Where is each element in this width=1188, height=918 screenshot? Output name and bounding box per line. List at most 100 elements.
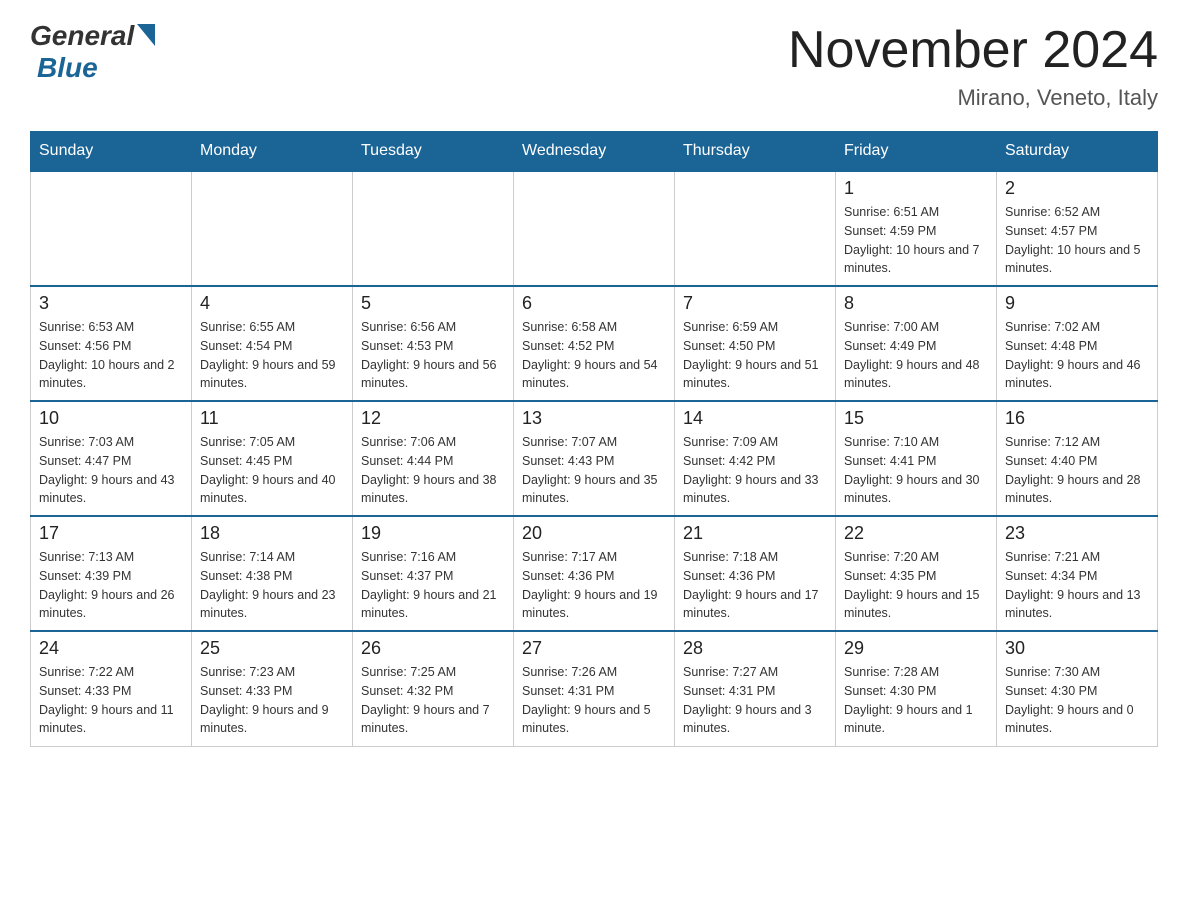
calendar-cell: 18Sunrise: 7:14 AMSunset: 4:38 PMDayligh… — [192, 516, 353, 631]
calendar-cell: 21Sunrise: 7:18 AMSunset: 4:36 PMDayligh… — [675, 516, 836, 631]
weekday-header-sunday: Sunday — [31, 132, 192, 172]
calendar-cell: 24 Sunrise: 7:22 AMSunset: 4:33 PMDayligh… — [31, 631, 192, 746]
calendar-cell: 7Sunrise: 6:59 AMSunset: 4:50 PMDaylight… — [675, 286, 836, 401]
day-number: 14 — [683, 408, 827, 429]
calendar-cell — [31, 171, 192, 286]
day-number: 5 — [361, 293, 505, 314]
day-info: Sunrise: 7:25 AMSunset: 4:32 PMDaylight:… — [361, 663, 505, 738]
calendar-cell: 23 Sunrise: 7:21 AMSunset: 4:34 PMDayligh… — [997, 516, 1158, 631]
day-info: Sunrise: 7:27 AMSunset: 4:31 PMDaylight:… — [683, 663, 827, 738]
calendar-week-2: 3 Sunrise: 6:53 AMSunset: 4:56 PMDaylight… — [31, 286, 1158, 401]
day-number: 1 — [844, 178, 988, 199]
day-number: 24 — [39, 638, 183, 659]
day-number: 28 — [683, 638, 827, 659]
day-info: Sunrise: 7:30 AMSunset: 4:30 PMDaylight:… — [1005, 663, 1149, 738]
day-info: Sunrise: 7:20 AMSunset: 4:35 PMDaylight:… — [844, 548, 988, 623]
day-info: Sunrise: 6:53 AMSunset: 4:56 PMDaylight:… — [39, 318, 183, 393]
calendar-cell: 27 Sunrise: 7:26 AMSunset: 4:31 PMDayligh… — [514, 631, 675, 746]
day-number: 15 — [844, 408, 988, 429]
day-number: 8 — [844, 293, 988, 314]
calendar-cell — [675, 171, 836, 286]
day-number: 16 — [1005, 408, 1149, 429]
calendar-cell: 1 Sunrise: 6:51 AMSunset: 4:59 PMDaylight… — [836, 171, 997, 286]
day-info: Sunrise: 7:03 AMSunset: 4:47 PMDaylight:… — [39, 433, 183, 508]
calendar-cell: 3 Sunrise: 6:53 AMSunset: 4:56 PMDaylight… — [31, 286, 192, 401]
logo-general: General — [30, 20, 134, 52]
day-number: 23 — [1005, 523, 1149, 544]
day-number: 25 — [200, 638, 344, 659]
calendar-cell: 15 Sunrise: 7:10 AMSunset: 4:41 PMDayligh… — [836, 401, 997, 516]
calendar-cell: 16 Sunrise: 7:12 AMSunset: 4:40 PMDayligh… — [997, 401, 1158, 516]
calendar-cell: 14 Sunrise: 7:09 AMSunset: 4:42 PMDayligh… — [675, 401, 836, 516]
day-info: Sunrise: 7:18 AMSunset: 4:36 PMDaylight:… — [683, 548, 827, 623]
day-number: 18 — [200, 523, 344, 544]
day-info: Sunrise: 7:00 AMSunset: 4:49 PMDaylight:… — [844, 318, 988, 393]
header: General Blue November 2024 Mirano, Venet… — [30, 20, 1158, 111]
calendar-cell: 9Sunrise: 7:02 AMSunset: 4:48 PMDaylight… — [997, 286, 1158, 401]
day-info: Sunrise: 7:26 AMSunset: 4:31 PMDaylight:… — [522, 663, 666, 738]
day-number: 30 — [1005, 638, 1149, 659]
day-info: Sunrise: 7:17 AMSunset: 4:36 PMDaylight:… — [522, 548, 666, 623]
day-number: 26 — [361, 638, 505, 659]
day-number: 3 — [39, 293, 183, 314]
calendar-cell: 28 Sunrise: 7:27 AMSunset: 4:31 PMDayligh… — [675, 631, 836, 746]
calendar-cell: 6Sunrise: 6:58 AMSunset: 4:52 PMDaylight… — [514, 286, 675, 401]
calendar-cell: 30 Sunrise: 7:30 AMSunset: 4:30 PMDayligh… — [997, 631, 1158, 746]
day-info: Sunrise: 6:58 AMSunset: 4:52 PMDaylight:… — [522, 318, 666, 393]
calendar-week-5: 24 Sunrise: 7:22 AMSunset: 4:33 PMDayligh… — [31, 631, 1158, 746]
day-number: 27 — [522, 638, 666, 659]
calendar-header-row: SundayMondayTuesdayWednesdayThursdayFrid… — [31, 132, 1158, 172]
calendar-cell: 12Sunrise: 7:06 AMSunset: 4:44 PMDayligh… — [353, 401, 514, 516]
day-info: Sunrise: 7:22 AMSunset: 4:33 PMDaylight:… — [39, 663, 183, 738]
calendar-cell — [514, 171, 675, 286]
day-number: 10 — [39, 408, 183, 429]
calendar-cell: 20 Sunrise: 7:17 AMSunset: 4:36 PMDayligh… — [514, 516, 675, 631]
calendar-cell: 8 Sunrise: 7:00 AMSunset: 4:49 PMDaylight… — [836, 286, 997, 401]
day-number: 20 — [522, 523, 666, 544]
day-info: Sunrise: 7:23 AMSunset: 4:33 PMDaylight:… — [200, 663, 344, 738]
calendar-cell: 29 Sunrise: 7:28 AMSunset: 4:30 PMDayligh… — [836, 631, 997, 746]
logo: General Blue — [30, 20, 155, 84]
day-number: 13 — [522, 408, 666, 429]
day-info: Sunrise: 7:07 AMSunset: 4:43 PMDaylight:… — [522, 433, 666, 508]
weekday-header-tuesday: Tuesday — [353, 132, 514, 172]
logo-blue: Blue — [37, 52, 98, 84]
day-info: Sunrise: 6:55 AMSunset: 4:54 PMDaylight:… — [200, 318, 344, 393]
calendar-cell: 19Sunrise: 7:16 AMSunset: 4:37 PMDayligh… — [353, 516, 514, 631]
day-info: Sunrise: 7:02 AMSunset: 4:48 PMDaylight:… — [1005, 318, 1149, 393]
day-number: 29 — [844, 638, 988, 659]
day-info: Sunrise: 7:05 AMSunset: 4:45 PMDaylight:… — [200, 433, 344, 508]
weekday-header-thursday: Thursday — [675, 132, 836, 172]
calendar-subtitle: Mirano, Veneto, Italy — [788, 85, 1158, 111]
day-info: Sunrise: 6:51 AMSunset: 4:59 PMDaylight:… — [844, 203, 988, 278]
calendar-cell: 4Sunrise: 6:55 AMSunset: 4:54 PMDaylight… — [192, 286, 353, 401]
calendar-week-4: 17Sunrise: 7:13 AMSunset: 4:39 PMDayligh… — [31, 516, 1158, 631]
day-number: 11 — [200, 408, 344, 429]
day-number: 2 — [1005, 178, 1149, 199]
weekday-header-friday: Friday — [836, 132, 997, 172]
calendar-cell — [353, 171, 514, 286]
calendar-cell: 26 Sunrise: 7:25 AMSunset: 4:32 PMDayligh… — [353, 631, 514, 746]
logo-triangle-icon — [137, 24, 155, 46]
calendar-cell: 22 Sunrise: 7:20 AMSunset: 4:35 PMDayligh… — [836, 516, 997, 631]
day-info: Sunrise: 7:09 AMSunset: 4:42 PMDaylight:… — [683, 433, 827, 508]
calendar-week-3: 10 Sunrise: 7:03 AMSunset: 4:47 PMDayligh… — [31, 401, 1158, 516]
weekday-header-wednesday: Wednesday — [514, 132, 675, 172]
title-block: November 2024 Mirano, Veneto, Italy — [788, 20, 1158, 111]
calendar-week-1: 1 Sunrise: 6:51 AMSunset: 4:59 PMDaylight… — [31, 171, 1158, 286]
calendar-cell: 5 Sunrise: 6:56 AMSunset: 4:53 PMDaylight… — [353, 286, 514, 401]
weekday-header-monday: Monday — [192, 132, 353, 172]
calendar-cell: 11 Sunrise: 7:05 AMSunset: 4:45 PMDayligh… — [192, 401, 353, 516]
day-number: 22 — [844, 523, 988, 544]
calendar-cell: 13 Sunrise: 7:07 AMSunset: 4:43 PMDayligh… — [514, 401, 675, 516]
day-info: Sunrise: 7:10 AMSunset: 4:41 PMDaylight:… — [844, 433, 988, 508]
calendar-cell — [192, 171, 353, 286]
weekday-header-saturday: Saturday — [997, 132, 1158, 172]
day-info: Sunrise: 6:56 AMSunset: 4:53 PMDaylight:… — [361, 318, 505, 393]
day-info: Sunrise: 7:21 AMSunset: 4:34 PMDaylight:… — [1005, 548, 1149, 623]
calendar-cell: 17Sunrise: 7:13 AMSunset: 4:39 PMDayligh… — [31, 516, 192, 631]
day-info: Sunrise: 7:16 AMSunset: 4:37 PMDaylight:… — [361, 548, 505, 623]
day-info: Sunrise: 7:12 AMSunset: 4:40 PMDaylight:… — [1005, 433, 1149, 508]
day-info: Sunrise: 7:06 AMSunset: 4:44 PMDaylight:… — [361, 433, 505, 508]
day-info: Sunrise: 7:28 AMSunset: 4:30 PMDaylight:… — [844, 663, 988, 738]
